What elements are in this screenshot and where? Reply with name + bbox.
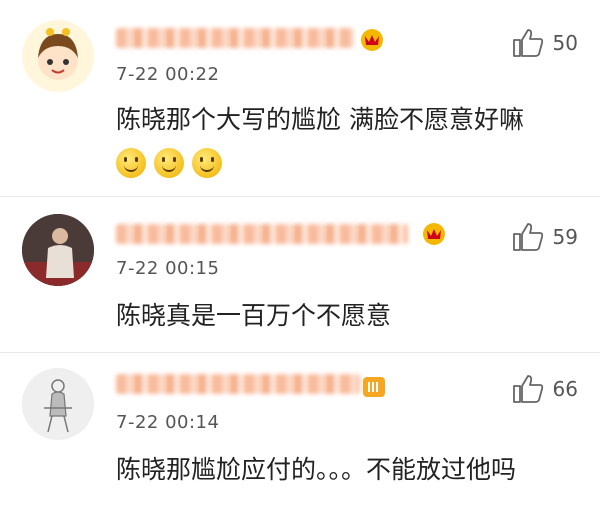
cartoon-avatar-icon	[22, 20, 94, 92]
comment-text: 陈晓真是一百万个不愿意	[116, 301, 392, 330]
smile-emoji-icon	[116, 148, 146, 178]
comment-time: 7-22 00:14	[116, 412, 220, 433]
vip-level-badge-icon	[363, 377, 385, 397]
comment-text: 陈晓那个大写的尴尬 满脸不愿意好嘛	[116, 98, 578, 186]
comment-item: 50 7-22 00:22 陈晓那个大写的尴尬 满脸不愿意好嘛	[0, 0, 600, 190]
avatar[interactable]	[22, 20, 94, 92]
like-count: 50	[552, 31, 578, 55]
like-button[interactable]: 59	[511, 222, 578, 252]
username-blurred[interactable]	[116, 374, 360, 394]
like-button[interactable]: 50	[511, 28, 578, 58]
thumbs-up-icon	[512, 375, 543, 403]
thumbs-up-icon	[512, 29, 543, 57]
comment-text-content: 陈晓那个大写的尴尬 满脸不愿意好嘛	[116, 105, 524, 134]
vip-crown-icon	[423, 223, 445, 245]
comment-item: 59 7-22 00:15 陈晓真是一百万个不愿意	[0, 196, 600, 356]
smile-emoji-icon	[154, 148, 184, 178]
comment-time: 7-22 00:22	[116, 64, 220, 85]
vip-crown-icon	[361, 29, 383, 51]
username-blurred[interactable]	[116, 224, 408, 244]
comment-time: 7-22 00:15	[116, 258, 220, 279]
like-count: 66	[552, 377, 578, 401]
like-button[interactable]: 66	[511, 374, 578, 404]
person-photo-icon	[22, 214, 94, 286]
avatar[interactable]	[22, 368, 94, 440]
like-count: 59	[552, 225, 578, 249]
smile-emoji-icon	[192, 148, 222, 178]
avatar[interactable]	[22, 214, 94, 286]
username-blurred[interactable]	[116, 28, 354, 48]
comment-text: 陈晓那尴尬应付的。。。不能放过他吗	[116, 455, 517, 484]
comment-item: 66 7-22 00:14 陈晓那尴尬应付的。。。不能放过他吗	[0, 352, 600, 511]
thumbs-up-icon	[512, 223, 543, 251]
sketch-figure-icon	[22, 368, 94, 440]
